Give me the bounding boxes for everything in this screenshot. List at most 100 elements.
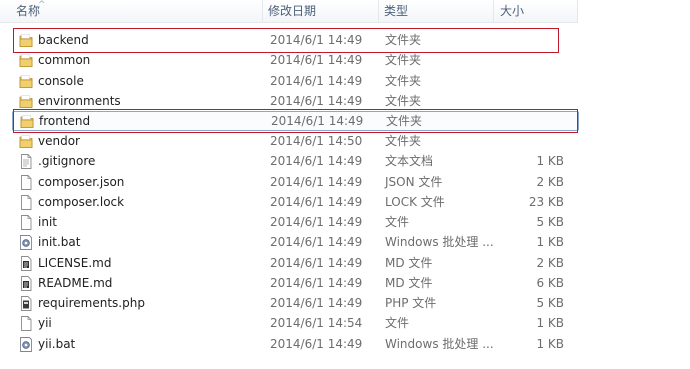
- file-date: 2014/6/1 14:49: [270, 255, 363, 270]
- folder-icon: [19, 33, 33, 48]
- file-size: 1 KB: [536, 336, 564, 351]
- file-row-yii-bat[interactable]: yii.bat 2014/6/1 14:49 Windows 批处理 ... 1 KB: [0, 334, 578, 354]
- file-icon: [19, 174, 33, 190]
- file-icon: [19, 296, 33, 311]
- file-name: requirements.php: [38, 296, 145, 310]
- file-icon: [19, 316, 33, 332]
- file-size: 1 KB: [536, 235, 564, 250]
- column-size-label: 大小: [500, 4, 525, 18]
- file-list: backend 2014/6/1 14:49 文件夹 common 2014/6/1 1…: [0, 30, 579, 354]
- text-file-icon: [19, 154, 33, 170]
- file-size: 2 KB: [536, 174, 564, 189]
- file-size: 1 KB: [536, 316, 564, 331]
- file-name: common: [38, 53, 91, 68]
- file-type: PHP 文件: [385, 296, 437, 310]
- file-size: 1 KB: [536, 154, 564, 169]
- file-row-requirements-php[interactable]: requirements.php 2014/6/1 14:49 PHP 文件 5 KB: [0, 293, 578, 313]
- file-row-console[interactable]: console 2014/6/1 14:49 文件夹: [0, 71, 578, 91]
- file-size: 5 KB: [536, 296, 564, 310]
- batch-file-icon: [19, 235, 33, 251]
- file-type: 文件: [385, 215, 410, 229]
- file-row-gitignore[interactable]: .gitignore 2014/6/1 14:49 文本文档 1 KB: [0, 151, 578, 171]
- file-type: MD 文件: [385, 275, 433, 290]
- file-type: 文件夹: [385, 33, 422, 47]
- file-row-yii[interactable]: yii 2014/6/1 14:54 文件 1 KB: [0, 313, 578, 333]
- file-icon: [19, 215, 33, 230]
- file-size: 5 KB: [536, 215, 564, 229]
- file-date: 2014/6/1 14:49: [270, 53, 363, 68]
- file-name: frontend: [39, 114, 91, 128]
- folder-icon: [19, 94, 33, 109]
- file-date: 2014/6/1 14:49: [270, 336, 363, 351]
- column-name-label: 名称: [16, 4, 41, 18]
- file-row-composer-json[interactable]: composer.json 2014/6/1 14:49 JSON 文件 2 KB: [0, 172, 578, 192]
- file-type: LOCK 文件: [385, 194, 445, 209]
- file-name: console: [38, 73, 84, 88]
- file-name: README.md: [38, 275, 113, 290]
- file-date: 2014/6/1 14:49: [270, 93, 363, 108]
- file-name: init: [38, 215, 57, 229]
- file-name: backend: [38, 33, 89, 47]
- file-row-init-bat[interactable]: init.bat 2014/6/1 14:49 Windows 批处理 ... 1 K…: [0, 232, 578, 252]
- file-type: JSON 文件: [385, 174, 443, 189]
- file-row-frontend[interactable]: frontend 2014/6/1 14:49 文件夹: [12, 111, 579, 131]
- column-type[interactable]: 类型: [379, 0, 494, 22]
- file-date: 2014/6/1 14:49: [270, 235, 363, 250]
- file-name: .gitignore: [38, 154, 96, 169]
- file-date: 2014/6/1 14:49: [270, 215, 363, 229]
- file-type: 文件夹: [385, 134, 422, 148]
- file-row-backend[interactable]: backend 2014/6/1 14:49 文件夹: [0, 30, 578, 50]
- file-name: yii.bat: [38, 336, 76, 351]
- file-row-composer-lock[interactable]: composer.lock 2014/6/1 14:49 LOCK 文件 23 KB: [0, 192, 578, 212]
- file-date: 2014/6/1 14:49: [270, 174, 363, 189]
- file-date: 2014/6/1 14:50: [270, 134, 363, 148]
- file-name: composer.lock: [38, 194, 125, 209]
- file-row-license-md[interactable]: LICENSE.md 2014/6/1 14:49 MD 文件 2 KB: [0, 253, 578, 273]
- file-row-common[interactable]: common 2014/6/1 14:49 文件夹: [0, 50, 578, 70]
- file-row-init[interactable]: init 2014/6/1 14:49 文件 5 KB: [0, 212, 578, 232]
- file-date: 2014/6/1 14:49: [270, 194, 363, 209]
- file-type: 文本文档: [385, 154, 434, 169]
- file-date: 2014/6/1 14:49: [270, 33, 363, 47]
- file-date: 2014/6/1 14:49: [270, 296, 363, 310]
- column-name[interactable]: ^ 名称: [0, 0, 263, 22]
- file-row-vendor[interactable]: vendor 2014/6/1 14:50 文件夹: [0, 131, 578, 151]
- folder-icon: [19, 53, 33, 68]
- column-size[interactable]: 大小: [494, 0, 578, 22]
- file-type: MD 文件: [385, 255, 433, 270]
- batch-file-icon: [19, 336, 33, 352]
- folder-icon: [19, 74, 33, 89]
- file-name: vendor: [38, 134, 80, 148]
- file-date: 2014/6/1 14:49: [270, 73, 363, 88]
- file-icon: [19, 194, 33, 210]
- column-date-label: 修改日期: [268, 4, 317, 18]
- file-name: yii: [38, 316, 52, 331]
- file-row-environments[interactable]: environments 2014/6/1 14:49 文件夹: [0, 91, 578, 111]
- file-type: 文件夹: [385, 73, 422, 88]
- column-type-label: 类型: [384, 4, 409, 18]
- file-date: 2014/6/1 14:49: [270, 154, 363, 169]
- file-date: 2014/6/1 14:49: [271, 114, 364, 128]
- file-size: 2 KB: [536, 255, 564, 270]
- folder-icon: [19, 134, 33, 149]
- file-name: init.bat: [38, 235, 81, 250]
- file-row-readme-md[interactable]: README.md 2014/6/1 14:49 MD 文件 6 KB: [0, 273, 578, 293]
- column-date[interactable]: 修改日期: [263, 0, 379, 22]
- file-size: 6 KB: [536, 275, 564, 290]
- file-date: 2014/6/1 14:54: [270, 316, 363, 331]
- file-type: 文件夹: [385, 53, 422, 68]
- folder-icon: [20, 114, 34, 129]
- file-icon: [19, 275, 33, 291]
- file-icon: [19, 255, 33, 271]
- file-type: Windows 批处理 ...: [385, 235, 494, 250]
- file-type: Windows 批处理 ...: [385, 336, 494, 351]
- file-type: 文件夹: [385, 93, 422, 108]
- file-type: 文件夹: [386, 114, 423, 128]
- column-header: ^ 名称 修改日期 类型 大小: [0, 0, 578, 23]
- file-size: 23 KB: [528, 194, 564, 209]
- file-name: environments: [38, 93, 121, 108]
- file-date: 2014/6/1 14:49: [270, 275, 363, 290]
- file-type: 文件: [385, 316, 410, 331]
- sort-up-icon: ^: [38, 0, 46, 10]
- file-name: composer.json: [38, 174, 125, 189]
